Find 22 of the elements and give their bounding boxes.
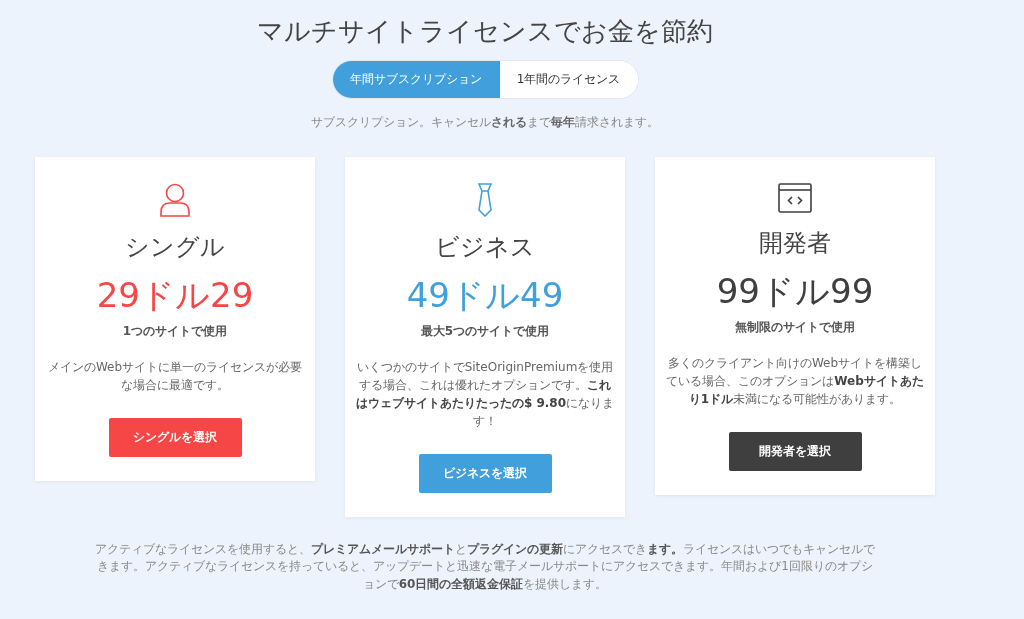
plan-usage: 無制限のサイトで使用	[735, 319, 855, 336]
plan-usage: 1つのサイトで使用	[122, 323, 228, 340]
plan-usage: 最大5つのサイトで使用	[420, 323, 550, 340]
license-info-text: アクティブなライセンスを使用すると、プレミアムメールサポートとプラグインの更新にアクセスできます。ライセンスはいつでもキャンセルできます。アクティブなライセンスを持っていると、アップデートと迅速な電子メールサポートにアクセスできます。年間および1回限りのオプションで60日間の全額返金保証を提供します。	[95, 541, 875, 593]
plan-description: メインのWebサイトに単一のライセンスが必要な場合に最適です。	[46, 359, 304, 394]
necktie-icon	[476, 183, 494, 217]
plan-price: 49ドル49	[406, 274, 564, 317]
select-plan-button[interactable]: ビジネスを選択	[418, 454, 552, 493]
person-icon	[159, 183, 191, 217]
plan-description: いくつかのサイトでSiteOriginPremiumを使用する場合、これは優れたオプションです。これはウェブサイトあたりたったの$ 9.80になります！	[354, 359, 616, 430]
plan-name: シングル	[125, 232, 225, 263]
select-plan-button[interactable]: 開発者を選択	[728, 432, 862, 471]
billing-note: サブスクリプション。キャンセルされるまで毎年請求されます。	[311, 114, 659, 131]
plan-price: 29ドル29	[96, 274, 254, 317]
plan-price: 99ドル99	[716, 270, 874, 313]
plan-name: ビジネス	[435, 232, 535, 263]
plan-description: 多くのクライアント向けのWebサイトを構築している場合、このオプションはWebサイトあたり1ドル未満になる可能性があります。	[665, 355, 925, 408]
plan-name: 開発者	[759, 228, 831, 259]
code-window-icon	[778, 183, 812, 213]
select-plan-button[interactable]: シングルを選択	[108, 418, 242, 457]
page-title: マルチサイトライセンスでお金を節約	[257, 15, 713, 48]
billing-tab[interactable]: 年間サブスクリプション	[332, 61, 500, 98]
